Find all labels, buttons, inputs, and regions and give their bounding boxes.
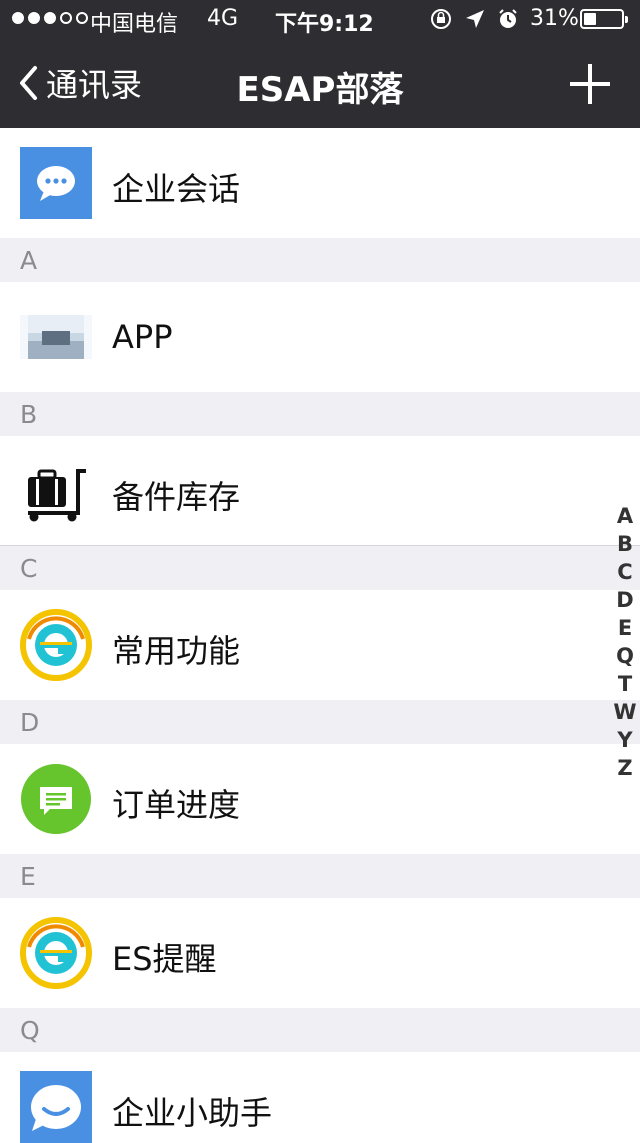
- list-item-enterprise-chat[interactable]: 企业会话: [0, 128, 640, 238]
- item-label: 订单进度: [112, 786, 241, 824]
- list-item-order-progress[interactable]: 订单进度: [0, 744, 640, 854]
- network-type: 4G: [207, 6, 239, 31]
- item-label: 备件库存: [112, 478, 241, 516]
- section-header-c: C: [0, 546, 640, 590]
- rotation-lock-icon: [431, 9, 451, 29]
- alphabet-index[interactable]: A B C D E Q T W Y Z: [612, 502, 638, 782]
- status-time: 下午9:12: [275, 12, 374, 37]
- app-thumbnail: [20, 315, 92, 359]
- luggage-cart-icon: [28, 469, 86, 522]
- list-item-common-functions[interactable]: 常用功能: [0, 590, 640, 700]
- section-header-d: D: [0, 700, 640, 744]
- smile-chat-icon: [20, 1071, 92, 1143]
- item-label: 企业会话: [112, 170, 241, 208]
- chat-bubble-icon: [20, 147, 92, 219]
- alarm-clock-icon: [499, 9, 517, 28]
- index-letter-b[interactable]: B: [617, 530, 633, 558]
- item-label: APP: [112, 318, 173, 356]
- carrier-name: 中国电信: [90, 12, 179, 37]
- plus-icon[interactable]: [570, 64, 610, 104]
- battery-percent: 31%: [530, 6, 579, 31]
- chevron-left-icon: [20, 66, 37, 100]
- index-letter-y[interactable]: Y: [617, 726, 632, 754]
- section-header-q: Q: [0, 1008, 640, 1052]
- index-letter-e[interactable]: E: [618, 614, 632, 642]
- index-letter-q[interactable]: Q: [616, 642, 634, 670]
- status-bar: 中国电信 4G 下午9:12 31%: [0, 0, 640, 40]
- navigation-bar: 通讯录 ESAP部落: [0, 40, 640, 128]
- section-header-b: B: [0, 392, 640, 436]
- section-header-a: A: [0, 238, 640, 282]
- signal-strength-icon: [12, 8, 88, 24]
- section-header-e: E: [0, 854, 640, 898]
- item-label: ES提醒: [112, 940, 217, 978]
- e-logo-icon: [20, 917, 92, 989]
- index-letter-z[interactable]: Z: [617, 754, 632, 782]
- list-item-enterprise-assistant[interactable]: 企业小助手: [0, 1052, 640, 1143]
- item-label: 企业小助手: [112, 1094, 273, 1132]
- index-letter-t[interactable]: T: [618, 670, 632, 698]
- top-bar: 中国电信 4G 下午9:12 31% 通讯录 ESAP部落: [0, 0, 640, 128]
- battery-icon: [580, 9, 628, 29]
- list-item-es-reminder[interactable]: ES提醒: [0, 898, 640, 1008]
- back-label: 通讯录: [46, 66, 143, 104]
- back-button[interactable]: 通讯录: [18, 60, 142, 106]
- index-letter-a[interactable]: A: [617, 502, 633, 530]
- index-letter-c[interactable]: C: [617, 558, 632, 586]
- list-item-app[interactable]: APP: [0, 282, 640, 392]
- index-letter-w[interactable]: W: [613, 698, 636, 726]
- message-icon: [21, 764, 91, 834]
- index-letter-d[interactable]: D: [616, 586, 633, 614]
- item-label: 常用功能: [112, 632, 241, 670]
- list-item-spare-parts-inventory[interactable]: 备件库存: [0, 436, 640, 546]
- location-arrow-icon: [466, 10, 484, 28]
- e-logo-icon: [20, 609, 92, 681]
